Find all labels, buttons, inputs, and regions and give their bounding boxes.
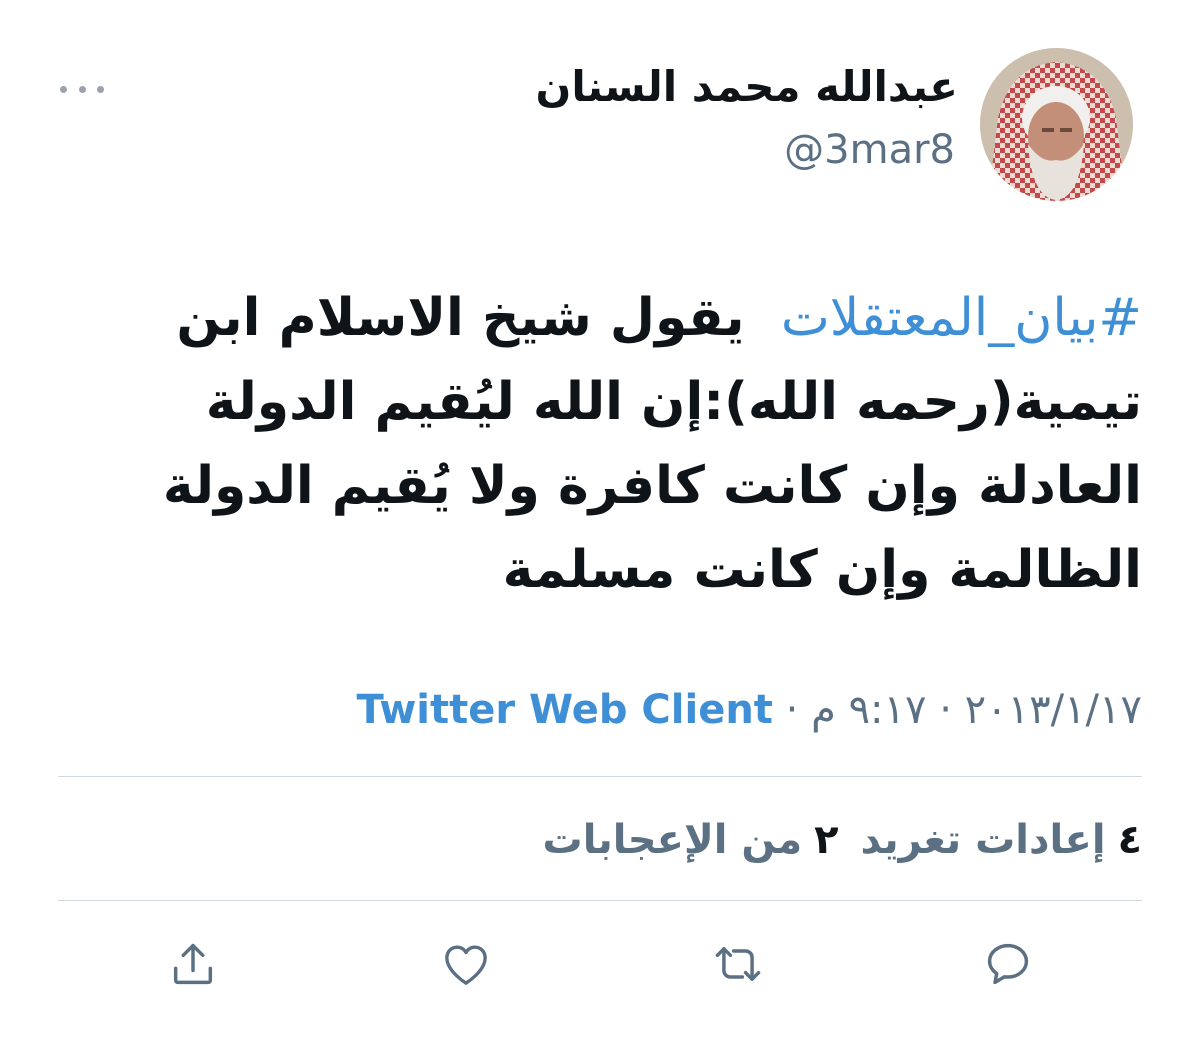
more-dot — [78, 85, 86, 93]
retweets-stat[interactable]: ٤إعادات تغريد — [861, 817, 1142, 863]
meta-separator: · — [785, 687, 799, 733]
reply-icon — [987, 943, 1029, 985]
like-button[interactable] — [436, 934, 496, 994]
avatar-image — [980, 48, 1133, 201]
hashtag-link[interactable]: #بيان_المعتقلات — [781, 288, 1142, 348]
retweets-label: إعادات تغريد — [860, 817, 1106, 863]
tweet-stats: ٤إعادات تغريد ٢من الإعجابات — [543, 808, 1142, 872]
retweet-button[interactable] — [708, 934, 768, 994]
heart-icon — [445, 945, 487, 985]
retweet-icon — [715, 947, 761, 981]
share-button[interactable] — [163, 934, 223, 994]
source-link[interactable]: Twitter Web Client — [356, 687, 772, 733]
divider — [58, 900, 1142, 901]
tweet-time[interactable]: ٩:١٧ م — [811, 687, 926, 733]
more-dot — [60, 85, 67, 93]
retweets-count: ٤ — [1117, 817, 1142, 863]
tweet-text: #بيان_المعتقلات يقول شيخ الاسلام ابن تيم… — [100, 276, 1142, 612]
tweet-meta: ٢٠١٣/١/١٧ · ٩:١٧ م · Twitter Web Client — [356, 678, 1142, 742]
more-dot — [97, 85, 104, 93]
divider — [58, 776, 1142, 777]
share-icon — [173, 943, 213, 985]
author-display-name[interactable]: عبدالله محمد السنان — [536, 56, 958, 118]
author-handle[interactable]: @3mar8 — [784, 122, 955, 178]
more-options-icon[interactable] — [60, 78, 104, 100]
likes-stat[interactable]: ٢من الإعجابات — [543, 817, 839, 863]
meta-separator: · — [939, 687, 952, 733]
avatar[interactable] — [980, 48, 1133, 201]
likes-count: ٢ — [814, 817, 839, 863]
likes-label: من الإعجابات — [542, 817, 803, 863]
tweet-date[interactable]: ٢٠١٣/١/١٧ — [965, 687, 1142, 733]
reply-button[interactable] — [978, 934, 1038, 994]
